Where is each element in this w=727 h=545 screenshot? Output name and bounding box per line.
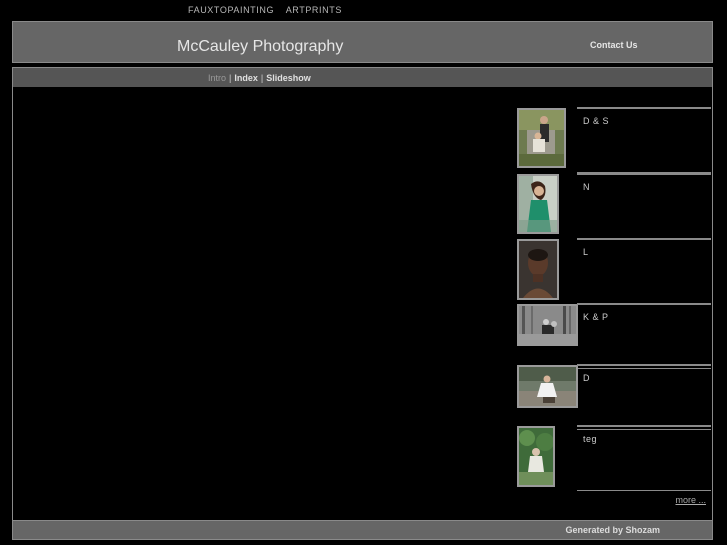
gallery-item: K & P <box>517 303 711 369</box>
gallery-item: D <box>517 364 711 430</box>
contact-us-link[interactable]: Contact Us <box>590 40 638 50</box>
gallery-caption: N <box>583 182 590 192</box>
gallery-caption: D & S <box>583 116 610 126</box>
gallery-caption: teg <box>583 434 598 444</box>
couple-bw-photo-icon[interactable] <box>517 304 578 346</box>
caption-box: D <box>577 364 711 430</box>
footer: Generated by Shozam <box>12 520 713 540</box>
tab-separator: | <box>260 73 264 83</box>
caption-box: N <box>577 173 711 239</box>
top-nav: FAUXTOPAINTING ARTPRINTS <box>188 5 351 15</box>
site-title: McCauley Photography <box>177 38 344 55</box>
gallery-caption: K & P <box>583 312 609 322</box>
woman-outdoor-photo-icon[interactable] <box>517 365 578 408</box>
site-header: McCauley Photography Contact Us <box>12 21 713 63</box>
greenery-photo-icon[interactable] <box>517 426 555 487</box>
caption-box: K & P <box>577 303 711 369</box>
caption-box: D & S <box>577 107 711 173</box>
tab-bar: Intro | Index | Slideshow <box>13 68 712 87</box>
tab-intro[interactable]: Intro <box>208 73 226 83</box>
gallery-panel: Intro | Index | Slideshow D & S N L K & … <box>12 67 713 522</box>
topnav-link-artprints[interactable]: ARTPRINTS <box>286 5 342 15</box>
portrait-photo-icon[interactable] <box>517 239 559 300</box>
gallery-item: N <box>517 173 711 239</box>
gallery-item: D & S <box>517 107 711 173</box>
woman-green-dress-photo-icon[interactable] <box>517 174 559 234</box>
footer-credit-link[interactable]: Generated by Shozam <box>565 525 660 535</box>
gallery-caption: D <box>583 373 590 383</box>
more-link[interactable]: more ... <box>675 495 706 505</box>
tab-index[interactable]: Index <box>234 73 258 83</box>
gallery-caption: L <box>583 247 589 257</box>
caption-box: L <box>577 238 711 304</box>
image-viewer <box>15 88 515 518</box>
gallery-item: teg <box>517 425 711 491</box>
gallery-item: L <box>517 238 711 304</box>
couple-portrait-photo-icon[interactable] <box>517 108 566 168</box>
tab-separator: | <box>229 73 232 83</box>
tab-slideshow[interactable]: Slideshow <box>266 73 311 83</box>
caption-box: teg <box>577 425 711 491</box>
topnav-link-fauxtopainting[interactable]: FAUXTOPAINTING <box>188 5 274 15</box>
